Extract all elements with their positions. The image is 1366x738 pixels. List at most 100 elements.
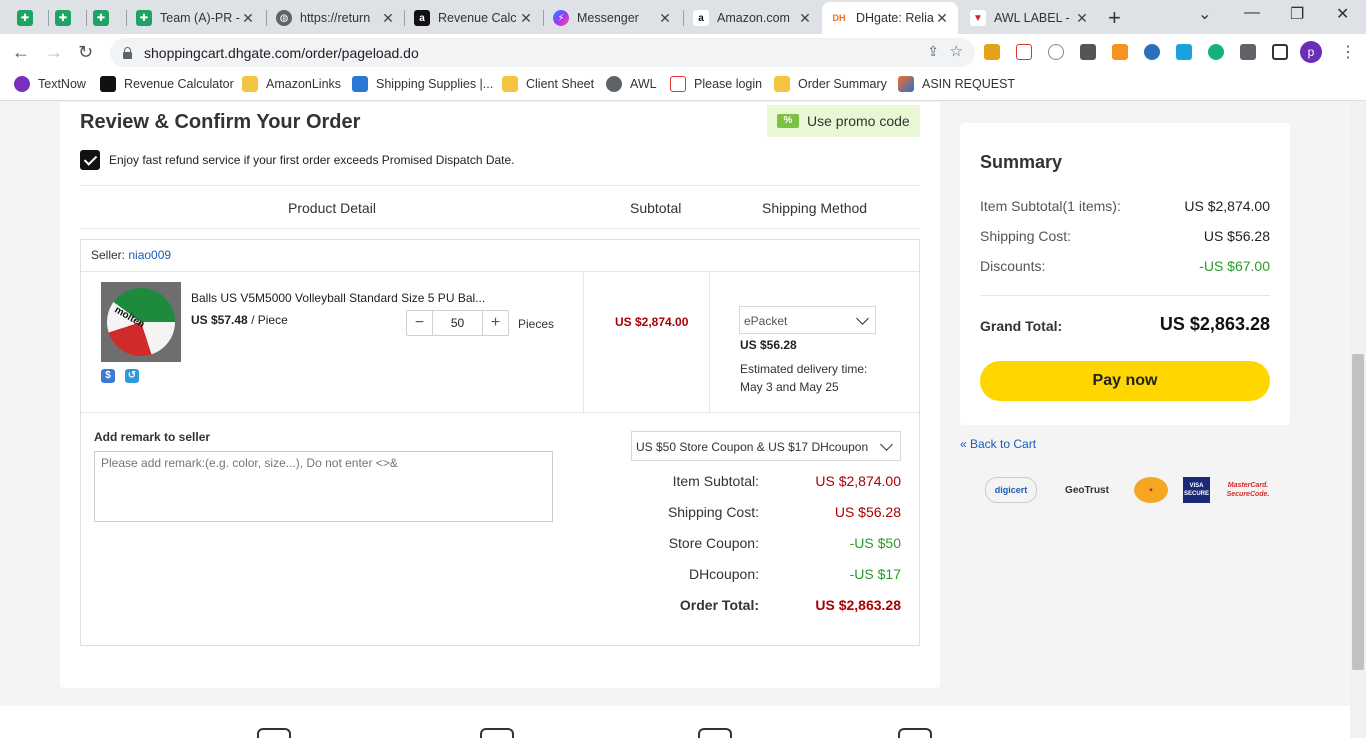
grand-total-label: Grand Total:: [980, 318, 1063, 334]
messenger-icon: ⚡: [553, 10, 569, 26]
tab-sheets-3[interactable]: ✚: [86, 2, 124, 34]
new-tab-icon[interactable]: +: [1108, 5, 1121, 31]
menu-icon[interactable]: ⋮: [1340, 42, 1356, 62]
minimize-icon[interactable]: —: [1244, 4, 1260, 22]
tab-revenue-calc[interactable]: a Revenue Calc ✕: [406, 2, 542, 34]
extension-icon[interactable]: [1048, 44, 1064, 60]
store-coupon-value: -US $50: [849, 535, 901, 551]
tab-return[interactable]: ◍ https://return ✕: [268, 2, 404, 34]
close-icon[interactable]: ✕: [380, 10, 396, 27]
close-icon[interactable]: ✕: [518, 10, 534, 27]
profile-avatar[interactable]: p: [1300, 41, 1322, 63]
restore-icon[interactable]: ❐: [1290, 4, 1304, 24]
footer-card-icon: [898, 728, 932, 738]
close-icon[interactable]: ✕: [934, 10, 950, 27]
lock-icon[interactable]: [122, 46, 132, 59]
back-to-cart-link[interactable]: « Back to Cart: [960, 437, 1036, 451]
tab-awl-label[interactable]: ▼ AWL LABEL - ✕: [962, 2, 1098, 34]
bookmark-amazonlinks[interactable]: AmazonLinks: [242, 76, 341, 92]
header-product: Product Detail: [288, 200, 376, 216]
footer-service-icon: [257, 728, 291, 738]
asin-icon: [898, 76, 914, 92]
extension-icon[interactable]: [1208, 44, 1224, 60]
page-content: Review & Confirm Your Order % Use promo …: [0, 102, 1350, 738]
sheets-icon: ✚: [17, 10, 33, 26]
header-shipping: Shipping Method: [762, 200, 868, 216]
close-window-icon[interactable]: ✕: [1336, 4, 1349, 24]
shipping-method-select[interactable]: ePacket: [739, 306, 876, 334]
bookmark-asin-request[interactable]: ASIN REQUEST: [898, 76, 1015, 92]
pay-now-button[interactable]: Pay now: [980, 361, 1270, 401]
remark-input[interactable]: [94, 451, 553, 522]
bookmark-order-summary[interactable]: Order Summary: [774, 76, 887, 92]
product-name[interactable]: Balls US V5M5000 Volleyball Standard Siz…: [191, 291, 485, 305]
sheets-icon: ✚: [136, 10, 152, 26]
grand-total-value: US $2,863.28: [1159, 314, 1270, 334]
extension-icon[interactable]: [1080, 44, 1096, 60]
increase-button[interactable]: +: [483, 311, 508, 335]
page-title: Review & Confirm Your Order: [80, 111, 361, 133]
bookmark-shipping-supplies[interactable]: Shipping Supplies |...: [352, 76, 493, 92]
extension-icon[interactable]: [984, 44, 1000, 60]
quantity-input[interactable]: 50: [432, 311, 483, 335]
bookmark-awl[interactable]: AWL: [606, 76, 657, 92]
close-icon[interactable]: ✕: [1074, 10, 1090, 27]
reload-icon[interactable]: ↻: [78, 42, 93, 63]
close-icon[interactable]: ✕: [797, 10, 813, 27]
summary-divider: [980, 295, 1270, 296]
close-icon[interactable]: ✕: [240, 10, 256, 27]
bookmark-client-sheet[interactable]: Client Sheet: [502, 76, 594, 92]
extension-icon[interactable]: [1016, 44, 1032, 60]
tab-label: Team (A)-PR -: [160, 11, 240, 25]
extension-icon[interactable]: [1176, 44, 1192, 60]
extension-icon[interactable]: [1112, 44, 1128, 60]
tab-search-icon[interactable]: ⌄: [1198, 4, 1211, 24]
summary-card: Summary Item Subtotal(1 items): US $2,87…: [960, 123, 1290, 425]
refund-checkbox[interactable]: [80, 150, 100, 170]
decrease-button[interactable]: −: [407, 311, 432, 335]
dhcoupon-value: -US $17: [849, 566, 901, 582]
url-text: shoppingcart.dhgate.com/order/pageload.d…: [144, 44, 419, 61]
back-arrow-icon[interactable]: ←: [12, 42, 30, 63]
share-icon[interactable]: ⇪: [927, 43, 939, 60]
bookmark-textnow[interactable]: TextNow: [14, 76, 86, 92]
quantity-unit: Pieces: [518, 317, 555, 331]
tab-label: Amazon.com: [717, 11, 790, 25]
refund-text: Enjoy fast refund service if your first …: [109, 153, 515, 167]
side-panel-icon[interactable]: [1272, 44, 1288, 60]
sheets-icon: ✚: [55, 10, 71, 26]
digicert-logo: digicert: [985, 477, 1037, 503]
coupon-select[interactable]: US $50 Store Coupon & US $17 DHcoupon: [631, 431, 901, 461]
tab-messenger[interactable]: ⚡ Messenger ✕: [545, 2, 681, 34]
delivery-estimate: Estimated delivery time: May 3 and May 2…: [740, 362, 868, 394]
awl-icon: [670, 76, 686, 92]
bookmark-revenue-calculator[interactable]: Revenue Calculator: [100, 76, 234, 92]
scrollbar-thumb[interactable]: [1352, 354, 1364, 670]
tab-team-pr[interactable]: ✚ Team (A)-PR - ✕: [128, 2, 264, 34]
folder-icon: [242, 76, 258, 92]
forward-arrow-icon[interactable]: →: [45, 42, 63, 63]
amazon-icon: a: [693, 10, 709, 26]
bookmark-star-icon[interactable]: ☆: [950, 42, 963, 60]
product-price: US $57.48 / Piece: [191, 313, 288, 327]
close-icon[interactable]: ✕: [657, 10, 673, 27]
tab-dhgate[interactable]: DH DHgate: Relia ✕: [822, 2, 958, 34]
shipping-icon: [352, 76, 368, 92]
extension-icon[interactable]: [1144, 44, 1160, 60]
geotrust-logo: GeoTrust: [1065, 484, 1109, 496]
tab-sheets-1[interactable]: ✚: [10, 2, 48, 34]
url-bar[interactable]: shoppingcart.dhgate.com/order/pageload.d…: [110, 38, 975, 67]
return-shield-icon: ↺: [125, 369, 139, 383]
puzzle-icon[interactable]: [1240, 44, 1256, 60]
secure-badge-logo: ✦: [1134, 477, 1168, 503]
tab-label: Messenger: [577, 11, 639, 25]
tab-amazon[interactable]: a Amazon.com ✕: [685, 2, 821, 34]
promo-code-button[interactable]: % Use promo code: [767, 105, 920, 137]
seller-link[interactable]: niao009: [128, 248, 171, 262]
textnow-icon: [14, 76, 30, 92]
awl-icon: ▼: [970, 10, 986, 26]
tab-sheets-2[interactable]: ✚: [48, 2, 86, 34]
product-image[interactable]: molten: [101, 282, 181, 362]
bookmark-please-login[interactable]: Please login: [670, 76, 762, 92]
summary-discounts: Discounts: -US $67.00: [980, 258, 1270, 274]
